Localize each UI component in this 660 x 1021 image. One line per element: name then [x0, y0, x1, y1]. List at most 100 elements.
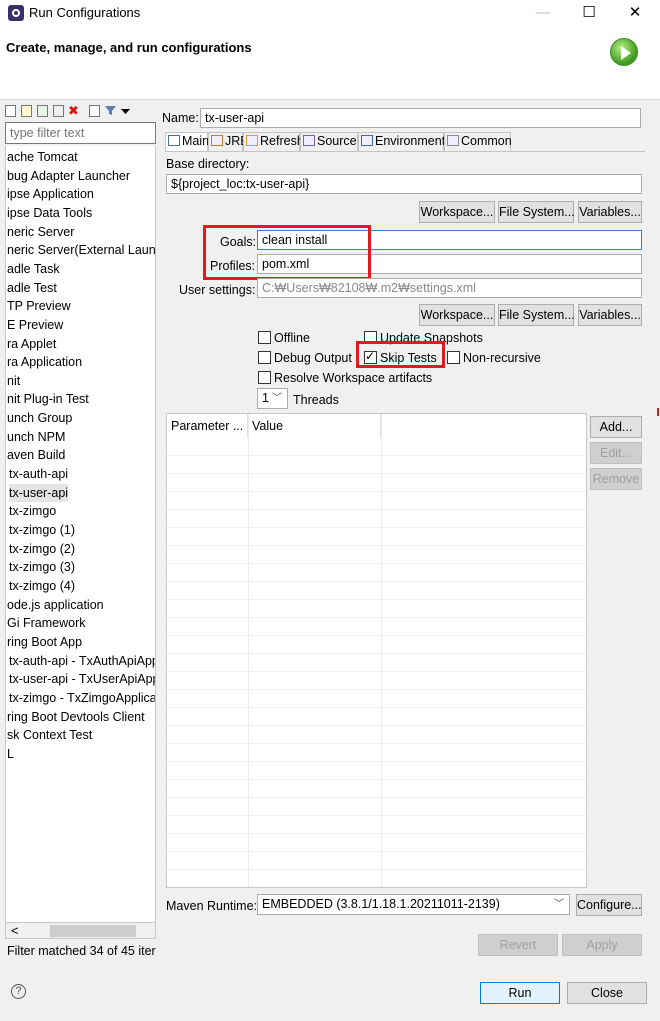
tab-label: Common	[461, 134, 512, 148]
close-button[interactable]: Close	[567, 982, 647, 1004]
tree-item[interactable]: neric Server	[7, 223, 74, 241]
user-settings-input[interactable]: C:₩Users₩82108₩.m2₩settings.xml	[257, 278, 642, 298]
debug-output-checkbox[interactable]	[258, 351, 271, 364]
tree-item[interactable]: tx-auth-api	[9, 465, 68, 483]
non-recursive-checkbox[interactable]	[447, 351, 460, 364]
tree-item[interactable]: tx-zimgo (1)	[9, 521, 75, 539]
name-input[interactable]: tx-user-api	[200, 108, 641, 128]
tree-item[interactable]: E Preview	[7, 316, 63, 334]
tree-item[interactable]: adle Task	[7, 260, 60, 278]
tab-jre[interactable]: JRE	[208, 132, 249, 151]
common-tab-icon	[447, 135, 459, 146]
maximize-button[interactable]: ☐	[566, 0, 612, 28]
non-recursive-label: Non-recursive	[463, 351, 541, 365]
tree-item[interactable]: tx-zimgo - TxZimgoApplica	[9, 689, 155, 707]
tree-item[interactable]: tx-zimgo	[9, 502, 56, 520]
maven-runtime-select[interactable]: EMBEDDED (3.8.1/1.18.1.20211011-2139) ﹀	[257, 894, 570, 915]
tree-item[interactable]: unch NPM	[7, 428, 65, 446]
tab-label: Main	[182, 134, 210, 148]
tree-item[interactable]: ra Application	[7, 353, 82, 371]
header-banner: Create, manage, and run configurations	[0, 28, 660, 100]
tab-main[interactable]: Main	[165, 132, 210, 151]
close-window-button[interactable]: ✕	[612, 0, 658, 28]
filter-input[interactable]	[5, 122, 156, 144]
tree-item[interactable]: L	[7, 745, 14, 763]
tree-horizontal-scrollbar[interactable]: <	[5, 922, 156, 939]
banner-heading: Create, manage, and run configurations	[6, 40, 252, 55]
minimize-button[interactable]: —	[520, 0, 566, 28]
filter-icon[interactable]	[105, 105, 116, 117]
tree-item[interactable]: nit	[7, 372, 20, 390]
name-label: Name:	[162, 111, 199, 125]
scroll-left-icon[interactable]: <	[11, 923, 19, 938]
delete-icon[interactable]: ✖	[68, 104, 79, 117]
file-system-button[interactable]: File System...	[498, 201, 575, 223]
table-row	[167, 438, 586, 456]
table-row	[167, 780, 586, 798]
tree-item[interactable]: aven Build	[7, 446, 65, 464]
run-button[interactable]: Run	[480, 982, 560, 1004]
tree-item[interactable]: bug Adapter Launcher	[7, 167, 130, 185]
value-column-header[interactable]: Value	[248, 414, 381, 438]
tree-item[interactable]: tx-user-api - TxUserApiApp	[9, 670, 155, 688]
tree-item[interactable]: ra Applet	[7, 335, 56, 353]
tree-item[interactable]: sk Context Test	[7, 726, 92, 744]
tree-item[interactable]: Gi Framework	[7, 614, 85, 632]
table-row	[167, 582, 586, 600]
tree-item[interactable]: ipse Data Tools	[7, 204, 92, 222]
table-row	[167, 564, 586, 582]
edit-parameter-button[interactable]: Edit...	[590, 442, 642, 464]
workspace-button-2[interactable]: Workspace...	[419, 304, 495, 326]
apply-button[interactable]: Apply	[562, 934, 642, 956]
tree-item[interactable]: tx-user-api	[9, 483, 69, 502]
tree-item[interactable]: ring Boot Devtools Client	[7, 708, 145, 726]
new-prototype-icon[interactable]	[21, 105, 32, 117]
variables-button[interactable]: Variables...	[578, 201, 642, 223]
scroll-thumb[interactable]	[50, 925, 136, 937]
tree-item[interactable]: ode.js application	[7, 596, 104, 614]
tree-item[interactable]: nit Plug-in Test	[7, 390, 89, 408]
tree-item[interactable]: tx-zimgo (3)	[9, 558, 75, 576]
tab-source[interactable]: Source	[300, 132, 358, 151]
launch-config-tree[interactable]: ache Tomcat bug Adapter Launcher ipse Appl…	[5, 146, 156, 924]
tree-item[interactable]: TP Preview	[7, 297, 71, 315]
add-parameter-button[interactable]: Add...	[590, 416, 642, 438]
help-icon[interactable]: ?	[11, 984, 26, 999]
parameter-table[interactable]: Parameter ... Value	[166, 413, 587, 888]
parameter-column-header[interactable]: Parameter ...	[167, 414, 248, 438]
export-icon[interactable]	[37, 105, 48, 117]
resolve-workspace-checkbox[interactable]	[258, 371, 271, 384]
tab-environment[interactable]: Environment	[358, 132, 445, 151]
tree-item[interactable]: ipse Application	[7, 185, 94, 203]
revert-button[interactable]: Revert	[478, 934, 558, 956]
variables-button-2[interactable]: Variables...	[578, 304, 642, 326]
collapse-all-icon[interactable]	[89, 105, 100, 117]
table-row	[167, 708, 586, 726]
tree-item[interactable]: unch Group	[7, 409, 72, 427]
duplicate-icon[interactable]	[53, 105, 64, 117]
threads-label: Threads	[293, 393, 339, 407]
threads-select[interactable]: 1 ﹀	[257, 388, 288, 409]
offline-checkbox[interactable]	[258, 331, 271, 344]
tree-item[interactable]: tx-zimgo (2)	[9, 540, 75, 558]
configure-runtime-button[interactable]: Configure...	[576, 894, 642, 916]
table-row	[167, 618, 586, 636]
view-menu-icon[interactable]	[120, 105, 131, 117]
tree-item[interactable]: ache Tomcat	[7, 148, 78, 166]
workspace-button[interactable]: Workspace...	[419, 201, 495, 223]
file-system-button-2[interactable]: File System...	[498, 304, 575, 326]
tree-item[interactable]: adle Test	[7, 279, 57, 297]
tree-item[interactable]: ring Boot App	[7, 633, 82, 651]
table-row	[167, 456, 586, 474]
tab-refresh[interactable]: Refresh	[243, 132, 304, 151]
tree-item[interactable]: neric Server(External Launch	[7, 241, 155, 259]
remove-parameter-button[interactable]: Remove	[590, 468, 642, 490]
eclipse-app-icon	[8, 5, 24, 21]
base-directory-input[interactable]: ${project_loc:tx-user-api}	[166, 174, 642, 194]
tree-item[interactable]: tx-auth-api - TxAuthApiApp	[9, 652, 155, 670]
table-row	[167, 870, 586, 887]
tab-common[interactable]: Common	[444, 132, 512, 151]
new-config-icon[interactable]	[5, 105, 16, 117]
table-row	[167, 546, 586, 564]
tree-item[interactable]: tx-zimgo (4)	[9, 577, 75, 595]
